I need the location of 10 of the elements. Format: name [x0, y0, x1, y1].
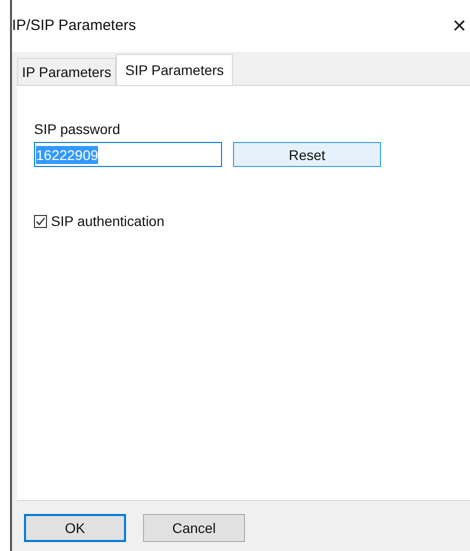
dialog-button[interactable]: OK — [24, 514, 126, 542]
reset-button[interactable]: Reset — [233, 142, 381, 167]
checkbox-label: SIP authentication — [51, 213, 164, 229]
tab[interactable]: SIP Parameters — [116, 54, 233, 85]
checkbox[interactable] — [34, 214, 47, 228]
close-button[interactable]: ✕ — [450, 16, 468, 36]
dialog-button[interactable]: Cancel — [143, 514, 245, 542]
window-title: IP/SIP Parameters — [12, 16, 136, 34]
field-label: SIP password — [34, 121, 122, 137]
tab[interactable]: IP Parameters — [17, 58, 116, 85]
